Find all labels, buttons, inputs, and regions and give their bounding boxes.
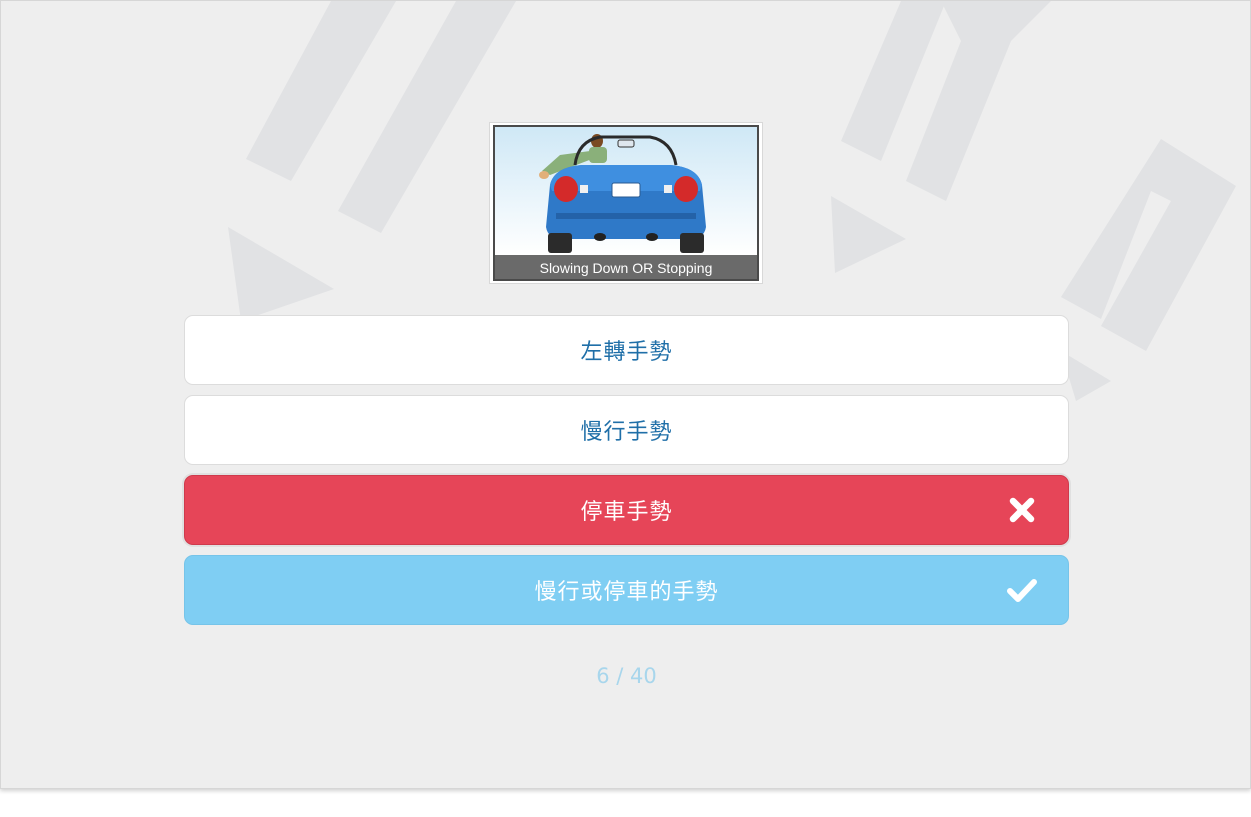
answer-option-2[interactable]: 慢行手勢 xyxy=(184,395,1069,465)
car-rear-hand-signal-image: Slowing Down OR Stopping xyxy=(493,125,759,281)
answer-option-label: 左轉手勢 xyxy=(580,340,673,365)
answer-option-label: 慢行或停車的手勢 xyxy=(534,580,719,605)
check-icon xyxy=(1007,579,1037,602)
quiz-container: Slowing Down OR Stopping 左轉手勢 慢行手勢 停車手勢 … xyxy=(0,0,1251,789)
question-image: Slowing Down OR Stopping xyxy=(489,122,763,284)
question-counter: 6 / 40 xyxy=(596,664,657,688)
close-icon xyxy=(1009,497,1035,523)
answer-option-label: 慢行手勢 xyxy=(580,420,673,445)
answer-option-1[interactable]: 左轉手勢 xyxy=(184,315,1069,385)
answer-option-label: 停車手勢 xyxy=(580,500,673,525)
image-caption: Slowing Down OR Stopping xyxy=(540,260,713,276)
answer-options: 左轉手勢 慢行手勢 停車手勢 慢行或停車的手勢 xyxy=(184,315,1069,635)
answer-option-3-wrong[interactable]: 停車手勢 xyxy=(184,475,1069,545)
answer-option-4-correct[interactable]: 慢行或停車的手勢 xyxy=(184,555,1069,625)
